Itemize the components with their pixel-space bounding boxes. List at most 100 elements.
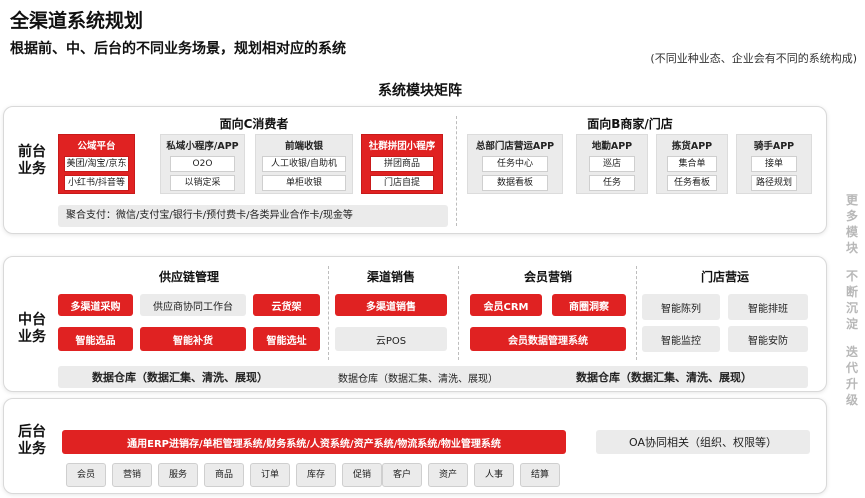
supply-chain-title: 供应链管理 [158, 270, 219, 284]
card-hq-store-app-title: 总部门店营运APP [475, 141, 555, 152]
card-rider-app-title: 骑手APP [753, 141, 795, 152]
back-label-line1: 后台 [18, 424, 46, 440]
middle-label-line1: 中台 [18, 312, 46, 328]
module-hr[interactable]: 人事 [474, 463, 514, 487]
back-module-row: 会员 营销 服务 商品 订单 库存 促销 客户 资产 人事 结算 [66, 463, 566, 489]
oa-collaboration-bar[interactable]: OA协同相关（组织、权限等） [596, 430, 810, 454]
card-group-buying-item: 门店自提 [370, 175, 434, 191]
card-field-app[interactable]: 地勤APP 巡店 任务 [576, 134, 648, 194]
data-warehouse-supply: 数据仓库（数据汇集、清洗、展现） [92, 371, 268, 384]
module-marketing[interactable]: 营销 [112, 463, 152, 487]
card-rider-app-item: 路径规划 [751, 175, 797, 191]
matrix-title: 系统模块矩阵 [378, 83, 462, 99]
card-group-buying-title: 社群拼团小程序 [368, 141, 436, 152]
side-note-char: 迭 [845, 345, 858, 359]
back-layer-label: 后台 业务 [14, 424, 50, 458]
card-private-miniapp-item: 以销定采 [170, 175, 235, 191]
side-note-spacer [844, 332, 860, 344]
page-title: 全渠道系统规划 [10, 10, 144, 32]
module-customer[interactable]: 客户 [382, 463, 422, 487]
card-pos-cashier-item: 单柜收银 [262, 175, 346, 191]
cloud-shelf[interactable]: 云货架 [253, 294, 320, 316]
card-group-buying[interactable]: 社群拼团小程序 拼团商品 门店自提 [361, 134, 443, 194]
middle-divider-2 [458, 266, 459, 360]
card-pos-cashier[interactable]: 前端收银 人工收银/自助机 单柜收银 [255, 134, 353, 194]
module-inventory[interactable]: 库存 [296, 463, 336, 487]
b-merchant-title: 面向B商家/门店 [587, 117, 673, 131]
card-hq-store-app[interactable]: 总部门店营运APP 任务中心 数据看板 [467, 134, 563, 194]
side-note-char: 代 [845, 361, 858, 375]
card-picking-app[interactable]: 拣货APP 集合单 任务看板 [656, 134, 728, 194]
erp-systems-bar[interactable]: 通用ERP进销存/单柜管理系统/财务系统/人资系统/资产系统/物流系统/物业管理… [62, 430, 566, 454]
card-field-app-item: 巡店 [589, 156, 635, 172]
side-note-char: 级 [845, 393, 858, 407]
card-group-buying-item: 拼团商品 [370, 156, 434, 172]
side-note-char: 模 [845, 225, 858, 239]
card-public-platform-item: 美团/淘宝/京东 [64, 156, 129, 172]
card-private-miniapp[interactable]: 私域小程序/APP O2O 以销定采 [160, 134, 245, 194]
side-note-char: 块 [845, 241, 858, 255]
smart-security[interactable]: 智能安防 [728, 326, 808, 352]
card-public-platform-item: 小红书/抖音等 [64, 175, 129, 191]
front-label-line1: 前台 [18, 144, 46, 160]
card-hq-store-app-item: 数据看板 [482, 175, 548, 191]
card-private-miniapp-item: O2O [170, 156, 235, 172]
data-warehouse-channel: 数据仓库（数据汇集、清洗、展现） [338, 373, 498, 385]
aggregated-payment-bar: 聚合支付：微信/支付宝/银行卡/预付费卡/各类异业合作卡/现金等 [58, 205, 448, 227]
module-asset[interactable]: 资产 [428, 463, 468, 487]
side-note-char: 升 [845, 377, 858, 391]
data-warehouse-bar: 数据仓库（数据汇集、清洗、展现） 数据仓库（数据汇集、清洗、展现） 数据仓库（数… [58, 366, 808, 388]
card-field-app-title: 地勤APP [591, 141, 633, 152]
middle-label-line2: 业务 [18, 329, 46, 345]
module-promotion[interactable]: 促销 [342, 463, 382, 487]
card-hq-store-app-item: 任务中心 [482, 156, 548, 172]
cloud-pos[interactable]: 云POS [335, 327, 447, 351]
smart-scheduling[interactable]: 智能排班 [728, 294, 808, 320]
card-public-platform[interactable]: 公域平台 美团/淘宝/京东 小红书/抖音等 [58, 134, 135, 194]
card-public-platform-title: 公域平台 [77, 141, 116, 152]
module-settlement[interactable]: 结算 [520, 463, 560, 487]
side-note-char: 沉 [845, 301, 858, 315]
page-subtitle: 根据前、中、后台的不同业务场景，规划相对应的系统 [10, 41, 346, 57]
card-pos-cashier-item: 人工收银/自助机 [262, 156, 346, 172]
back-label-line2: 业务 [18, 441, 46, 457]
card-picking-app-item: 集合单 [667, 156, 717, 172]
front-layer-label: 前台 业务 [14, 144, 50, 178]
module-member[interactable]: 会员 [66, 463, 106, 487]
side-note-char: 不 [845, 269, 858, 283]
side-note: 更 多 模 块 不 断 沉 淀 迭 代 升 级 [844, 192, 864, 408]
middle-divider-1 [328, 266, 329, 360]
member-crm[interactable]: 会员CRM [470, 294, 542, 316]
side-note-char: 淀 [845, 317, 858, 331]
module-product[interactable]: 商品 [204, 463, 244, 487]
front-divider [456, 116, 457, 226]
card-private-miniapp-title: 私域小程序/APP [166, 141, 239, 152]
trade-area-insight[interactable]: 商圈洞察 [552, 294, 626, 316]
member-marketing-title: 会员营销 [523, 270, 572, 284]
card-rider-app[interactable]: 骑手APP 接单 路径规划 [736, 134, 812, 194]
card-picking-app-title: 拣货APP [671, 141, 713, 152]
store-operations-title: 门店营运 [700, 270, 749, 284]
smart-product-selection[interactable]: 智能选品 [58, 327, 133, 351]
c-consumer-title: 面向C消费者 [219, 117, 289, 131]
card-field-app-item: 任务 [589, 175, 635, 191]
front-label-line2: 业务 [18, 161, 46, 177]
page-note: (不同业种业态、企业会有不同的系统构成) [650, 52, 857, 65]
card-rider-app-item: 接单 [751, 156, 797, 172]
side-note-char: 更 [845, 193, 858, 207]
supplier-workbench[interactable]: 供应商协同工作台 [140, 294, 246, 316]
member-data-system[interactable]: 会员数据管理系统 [470, 327, 626, 351]
data-warehouse-member: 数据仓库（数据汇集、清洗、展现） [576, 371, 752, 384]
module-order[interactable]: 订单 [250, 463, 290, 487]
smart-site-selection[interactable]: 智能选址 [253, 327, 320, 351]
smart-monitoring[interactable]: 智能监控 [642, 326, 720, 352]
smart-display[interactable]: 智能陈列 [642, 294, 720, 320]
channel-sales-title: 渠道销售 [366, 270, 415, 284]
smart-replenishment[interactable]: 智能补货 [140, 327, 246, 351]
multi-channel-procurement[interactable]: 多渠道采购 [58, 294, 133, 316]
card-pos-cashier-title: 前端收银 [284, 141, 323, 152]
middle-divider-3 [636, 266, 637, 360]
middle-layer-label: 中台 业务 [14, 312, 50, 346]
module-service[interactable]: 服务 [158, 463, 198, 487]
multi-channel-sales[interactable]: 多渠道销售 [335, 294, 447, 316]
